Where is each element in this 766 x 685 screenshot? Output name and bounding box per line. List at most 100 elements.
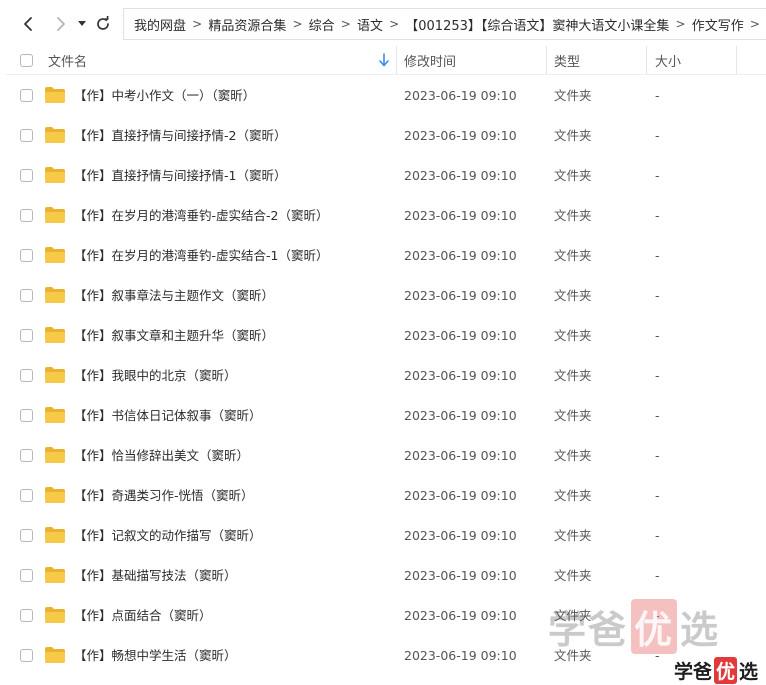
row-name: 【作】直接抒情与间接抒情-1（窦昕） (74, 168, 287, 183)
row-checkbox[interactable] (20, 329, 33, 342)
row-type: 文件夹 (554, 88, 592, 103)
row-name: 【作】在岁月的港湾垂钓-虚实结合-1（窦昕） (74, 248, 329, 263)
caret-down-icon (78, 21, 86, 26)
row-type: 文件夹 (554, 128, 592, 143)
row-type: 文件夹 (554, 408, 592, 423)
row-checkbox[interactable] (20, 289, 33, 302)
folder-icon (45, 527, 65, 543)
table-row[interactable]: 【作】在岁月的港湾垂钓-虚实结合-1（窦昕） 2023-06-19 09:10 文件… (6, 236, 766, 276)
row-checkbox[interactable] (20, 369, 33, 382)
breadcrumb-separator[interactable]: > (335, 17, 357, 31)
row-name: 【作】我眼中的北京（窦昕） (74, 368, 237, 383)
refresh-button[interactable] (90, 10, 116, 38)
column-divider[interactable] (646, 46, 647, 74)
breadcrumb-item-comprehensive[interactable]: 综合 (309, 15, 335, 34)
row-checkbox[interactable] (20, 89, 33, 102)
row-name: 【作】中考小作文（一）（窦昕） (74, 88, 256, 103)
row-name: 【作】叙事章法与主题作文（窦昕） (74, 288, 275, 303)
row-checkbox[interactable] (20, 649, 33, 662)
row-checkbox[interactable] (20, 249, 33, 262)
table-row[interactable]: 【作】点面结合（窦昕） 2023-06-19 09:10 文件夹 - (6, 596, 766, 636)
breadcrumb-item-course[interactable]: 【001253】【综合语文】窦神大语文小课全集 (405, 15, 669, 34)
table-row[interactable]: 【作】叙事文章和主题升华（窦昕） 2023-06-19 09:10 文件夹 - (6, 316, 766, 356)
forward-button[interactable] (47, 10, 75, 38)
row-modified-time: 2023-06-19 09:10 (404, 128, 517, 143)
row-size: - (655, 208, 660, 223)
chevron-right-icon (57, 17, 65, 31)
column-header-size[interactable]: 大小 (655, 46, 735, 74)
row-modified-time: 2023-06-19 09:10 (404, 488, 517, 503)
breadcrumb-item-collection[interactable]: 精品资源合集 (208, 15, 286, 34)
row-type: 文件夹 (554, 288, 592, 303)
row-type: 文件夹 (554, 248, 592, 263)
row-size: - (655, 88, 660, 103)
breadcrumb-item-current-folder[interactable]: 作文写作 (692, 15, 744, 34)
breadcrumb-item-chinese[interactable]: 语文 (357, 15, 383, 34)
navigation-bar: 我的网盘 > 精品资源合集 > 综合 > 语文 > 【001253】【综合语文】… (0, 0, 766, 46)
row-checkbox[interactable] (20, 529, 33, 542)
row-checkbox[interactable] (20, 209, 33, 222)
breadcrumb-separator[interactable]: > (186, 17, 208, 31)
table-row[interactable]: 【作】畅想中学生活（窦昕） 2023-06-19 09:10 文件夹 - (6, 636, 766, 676)
row-name: 【作】恰当修辞出美文（窦昕） (74, 448, 250, 463)
table-row[interactable]: 【作】直接抒情与间接抒情-1（窦昕） 2023-06-19 09:10 文件夹 - (6, 156, 766, 196)
table-row[interactable]: 【作】奇遇类习作-恍悟（窦昕） 2023-06-19 09:10 文件夹 - (6, 476, 766, 516)
table-row[interactable]: 【作】记叙文的动作描写（窦昕） 2023-06-19 09:10 文件夹 - (6, 516, 766, 556)
chevron-left-icon (24, 17, 32, 31)
row-name: 【作】书信体日记体叙事（窦昕） (74, 408, 262, 423)
table-row[interactable]: 【作】叙事章法与主题作文（窦昕） 2023-06-19 09:10 文件夹 - (6, 276, 766, 316)
table-row[interactable]: 【作】我眼中的北京（窦昕） 2023-06-19 09:10 文件夹 - (6, 356, 766, 396)
row-modified-time: 2023-06-19 09:10 (404, 168, 517, 183)
column-divider[interactable] (396, 46, 397, 74)
breadcrumb: 我的网盘 > 精品资源合集 > 综合 > 语文 > 【001253】【综合语文】… (123, 8, 766, 40)
folder-icon (45, 487, 65, 503)
row-checkbox[interactable] (20, 609, 33, 622)
row-checkbox[interactable] (20, 569, 33, 582)
row-type: 文件夹 (554, 608, 592, 623)
table-row[interactable]: 【作】基础描写技法（窦昕） 2023-06-19 09:10 文件夹 - (6, 556, 766, 596)
folder-icon (45, 287, 65, 303)
row-checkbox[interactable] (20, 409, 33, 422)
column-divider[interactable] (546, 46, 547, 74)
select-all-checkbox[interactable] (20, 53, 33, 67)
history-dropdown-button[interactable] (76, 10, 88, 38)
table-row[interactable]: 【作】恰当修辞出美文（窦昕） 2023-06-19 09:10 文件夹 - (6, 436, 766, 476)
column-header-name[interactable]: 文件名 (48, 46, 396, 74)
row-name: 【作】点面结合（窦昕） (74, 608, 212, 623)
row-modified-time: 2023-06-19 09:10 (404, 368, 517, 383)
column-header-modified[interactable]: 修改时间 (404, 46, 546, 74)
breadcrumb-separator[interactable]: > (383, 17, 405, 31)
folder-icon (45, 367, 65, 383)
column-divider[interactable] (736, 46, 737, 74)
table-row[interactable]: 【作】中考小作文（一）（窦昕） 2023-06-19 09:10 文件夹 - (6, 76, 766, 116)
row-modified-time: 2023-06-19 09:10 (404, 88, 517, 103)
row-checkbox[interactable] (20, 169, 33, 182)
table-row[interactable]: 【作】直接抒情与间接抒情-2（窦昕） 2023-06-19 09:10 文件夹 - (6, 116, 766, 156)
back-button[interactable] (14, 10, 42, 38)
select-all-cell (20, 46, 33, 74)
table-row[interactable]: 【作】在岁月的港湾垂钓-虚实结合-2（窦昕） 2023-06-19 09:10 文件… (6, 196, 766, 236)
column-header-size-label: 大小 (655, 54, 682, 70)
folder-icon (45, 567, 65, 583)
column-header-name-label: 文件名 (48, 54, 88, 70)
table-row[interactable]: 【作】书信体日记体叙事（窦昕） 2023-06-19 09:10 文件夹 - (6, 396, 766, 436)
row-size: - (655, 368, 660, 383)
folder-icon (45, 327, 65, 343)
row-size: - (655, 248, 660, 263)
row-size: - (655, 128, 660, 143)
column-header-type[interactable]: 类型 (554, 46, 646, 74)
row-name: 【作】在岁月的港湾垂钓-虚实结合-2（窦昕） (74, 208, 329, 223)
file-browser-window: 我的网盘 > 精品资源合集 > 综合 > 语文 > 【001253】【综合语文】… (0, 0, 766, 685)
breadcrumb-separator[interactable]: > (286, 17, 308, 31)
breadcrumb-separator[interactable]: > (744, 17, 766, 31)
breadcrumb-item-my-drive[interactable]: 我的网盘 (134, 15, 186, 34)
breadcrumb-separator[interactable]: > (669, 17, 691, 31)
row-modified-time: 2023-06-19 09:10 (404, 648, 517, 663)
column-header-type-label: 类型 (554, 54, 581, 70)
row-type: 文件夹 (554, 648, 592, 663)
folder-icon (45, 87, 65, 103)
row-checkbox[interactable] (20, 489, 33, 502)
row-type: 文件夹 (554, 448, 592, 463)
row-checkbox[interactable] (20, 449, 33, 462)
row-checkbox[interactable] (20, 129, 33, 142)
